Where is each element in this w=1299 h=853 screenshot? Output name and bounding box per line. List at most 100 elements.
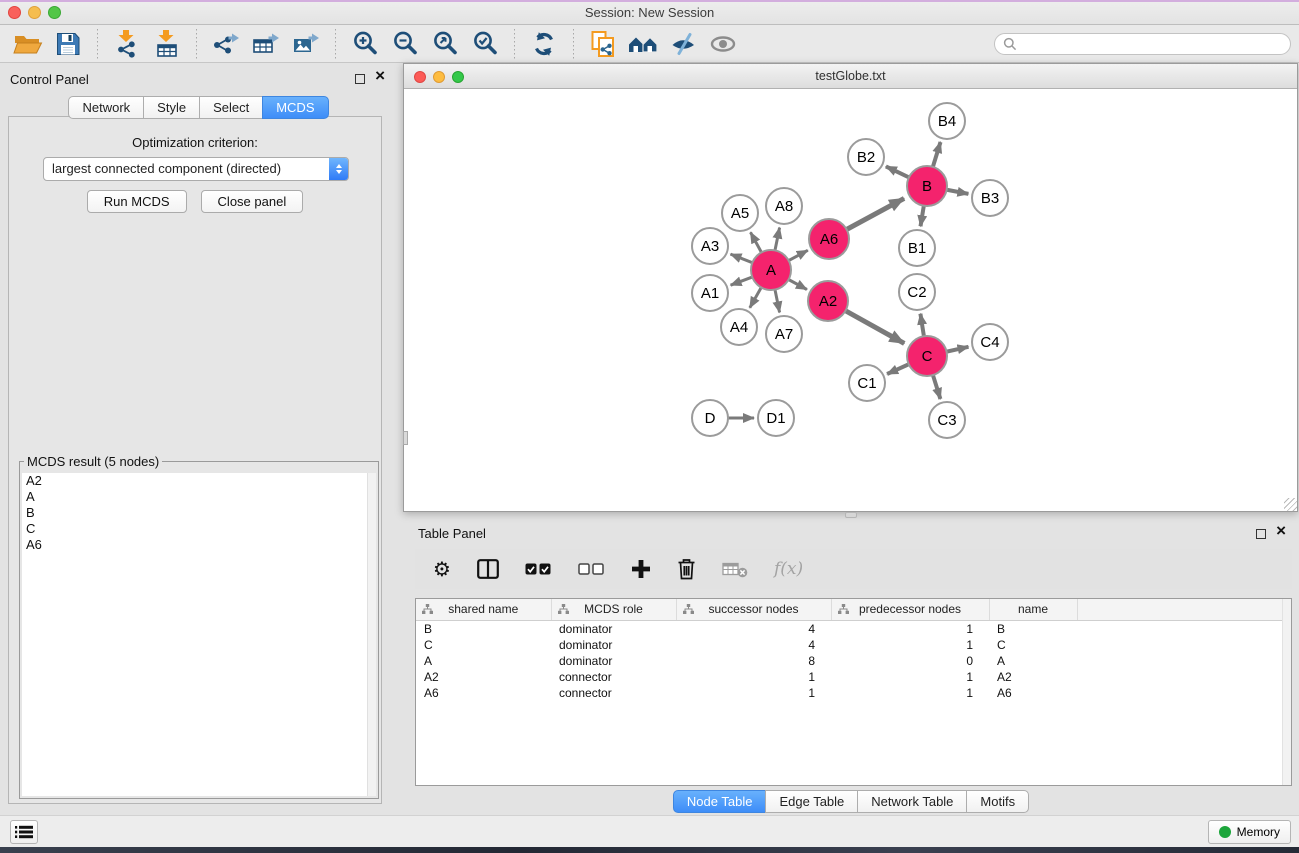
export-image-button[interactable]: [289, 27, 323, 61]
node-B2[interactable]: B2: [848, 139, 884, 175]
column-header-predecessor-nodes[interactable]: predecessor nodes: [831, 599, 989, 620]
svg-text:B2: B2: [857, 149, 875, 166]
window-left-resize-handle[interactable]: [403, 431, 408, 445]
create-column-button[interactable]: [631, 554, 651, 584]
new-network-from-selection-button[interactable]: [586, 27, 620, 61]
tab-edge-table[interactable]: Edge Table: [765, 790, 858, 813]
status-list-button[interactable]: [10, 820, 38, 844]
memory-status-icon: [1219, 826, 1231, 838]
hide-selected-button[interactable]: [666, 27, 700, 61]
close-panel-button[interactable]: ×: [375, 67, 385, 84]
node-C3[interactable]: C3: [929, 402, 965, 438]
tab-select[interactable]: Select: [199, 96, 263, 119]
node-C[interactable]: C: [907, 336, 947, 376]
table-scrollbar[interactable]: [1282, 599, 1291, 785]
run-mcds-button[interactable]: Run MCDS: [87, 190, 187, 213]
column-header-shared-name[interactable]: shared name: [416, 599, 551, 620]
tab-node-table[interactable]: Node Table: [673, 790, 767, 813]
close-panel-action-button[interactable]: Close panel: [201, 190, 304, 213]
node-B1[interactable]: B1: [899, 230, 935, 266]
node-A1[interactable]: A1: [692, 275, 728, 311]
node-C1[interactable]: C1: [849, 365, 885, 401]
split-panel-button[interactable]: [477, 554, 499, 584]
tab-mcds[interactable]: MCDS: [262, 96, 328, 119]
table-row-c[interactable]: Cdominator41C: [416, 637, 1291, 653]
zoom-out-button[interactable]: [388, 27, 422, 61]
delete-columns-button[interactable]: [677, 554, 696, 584]
node-B[interactable]: B: [907, 166, 947, 206]
node-C4[interactable]: C4: [972, 324, 1008, 360]
eye-slash-icon: [670, 31, 697, 57]
close-table-panel-button[interactable]: ×: [1276, 522, 1286, 539]
zoom-in-button[interactable]: [348, 27, 382, 61]
zoom-selected-button[interactable]: [468, 27, 502, 61]
list-icon: [15, 825, 33, 839]
search-input[interactable]: [1022, 37, 1282, 51]
mcds-result-item-a[interactable]: A: [22, 489, 376, 505]
svg-text:A8: A8: [775, 198, 793, 215]
window-resize-corner[interactable]: [1284, 498, 1297, 511]
delete-table-button[interactable]: [722, 554, 748, 584]
export-network-button[interactable]: [209, 27, 243, 61]
select-all-columns-button[interactable]: [525, 554, 552, 584]
table-row-b[interactable]: Bdominator41B: [416, 620, 1291, 637]
apply-layout-button[interactable]: [527, 27, 561, 61]
node-C2[interactable]: C2: [899, 274, 935, 310]
mcds-result-list[interactable]: A2ABCA6: [22, 473, 376, 796]
tab-motifs[interactable]: Motifs: [966, 790, 1029, 813]
mcds-result-item-a6[interactable]: A6: [22, 537, 376, 553]
import-table-icon: [154, 29, 180, 58]
table-row-a2[interactable]: A2connector11A2: [416, 669, 1291, 685]
network-window-titlebar[interactable]: testGlobe.txt: [404, 64, 1297, 89]
import-table-button[interactable]: [150, 27, 184, 61]
table-row-a6[interactable]: A6connector11A6: [416, 685, 1291, 701]
tab-network-table[interactable]: Network Table: [857, 790, 967, 813]
function-icon: f(x): [774, 559, 803, 579]
column-header-name[interactable]: name: [989, 599, 1077, 620]
node-A7[interactable]: A7: [766, 316, 802, 352]
show-all-button[interactable]: [706, 27, 740, 61]
node-A[interactable]: A: [751, 250, 791, 290]
node-B4[interactable]: B4: [929, 103, 965, 139]
function-builder-button[interactable]: f(x): [774, 554, 803, 584]
mcds-result-item-c[interactable]: C: [22, 521, 376, 537]
open-session-button[interactable]: [11, 27, 45, 61]
zoom-selected-icon: [472, 30, 499, 57]
gear-icon: ⚙: [433, 557, 451, 581]
table-row-a[interactable]: Adominator80A: [416, 653, 1291, 669]
node-A5[interactable]: A5: [722, 195, 758, 231]
export-table-button[interactable]: [249, 27, 283, 61]
zoom-fit-button[interactable]: [428, 27, 462, 61]
node-D1[interactable]: D1: [758, 400, 794, 436]
float-panel-button[interactable]: [355, 74, 365, 84]
session-search[interactable]: [994, 33, 1291, 55]
tab-network[interactable]: Network: [68, 96, 144, 119]
main-area: Control Panel × NetworkStyleSelectMCDS O…: [0, 63, 1299, 815]
node-D[interactable]: D: [692, 400, 728, 436]
import-network-button[interactable]: [110, 27, 144, 61]
network-graph-canvas[interactable]: A A1 A2 A3 A4 A5 A6 A7 A8 B B1 B2 B3 B4 C C1 C2 C3 C4 D D1: [404, 89, 1297, 511]
mcds-result-item-a2[interactable]: A2: [22, 473, 376, 489]
table-settings-button[interactable]: ⚙: [433, 554, 451, 584]
node-A3[interactable]: A3: [692, 228, 728, 264]
node-A8[interactable]: A8: [766, 188, 802, 224]
save-session-button[interactable]: [51, 27, 85, 61]
criterion-dropdown[interactable]: largest connected component (directed): [43, 157, 349, 181]
network-window-title: testGlobe.txt: [404, 69, 1297, 83]
float-table-panel-button[interactable]: [1256, 529, 1266, 539]
tab-style[interactable]: Style: [143, 96, 200, 119]
first-neighbors-button[interactable]: [626, 27, 660, 61]
result-scrollbar[interactable]: [367, 473, 376, 796]
import-network-icon: [114, 29, 140, 58]
node-A6[interactable]: A6: [809, 219, 849, 259]
table-toolbar: ⚙ f(x): [415, 549, 1292, 589]
node-B3[interactable]: B3: [972, 180, 1008, 216]
unselect-all-columns-button[interactable]: [578, 554, 605, 584]
column-header-successor-nodes[interactable]: successor nodes: [676, 599, 831, 620]
control-panel: Control Panel × NetworkStyleSelectMCDS O…: [0, 63, 397, 815]
column-header-MCDS-role[interactable]: MCDS role: [551, 599, 676, 620]
mcds-result-item-b[interactable]: B: [22, 505, 376, 521]
node-A4[interactable]: A4: [721, 309, 757, 345]
node-A2[interactable]: A2: [808, 281, 848, 321]
memory-button[interactable]: Memory: [1208, 820, 1291, 844]
